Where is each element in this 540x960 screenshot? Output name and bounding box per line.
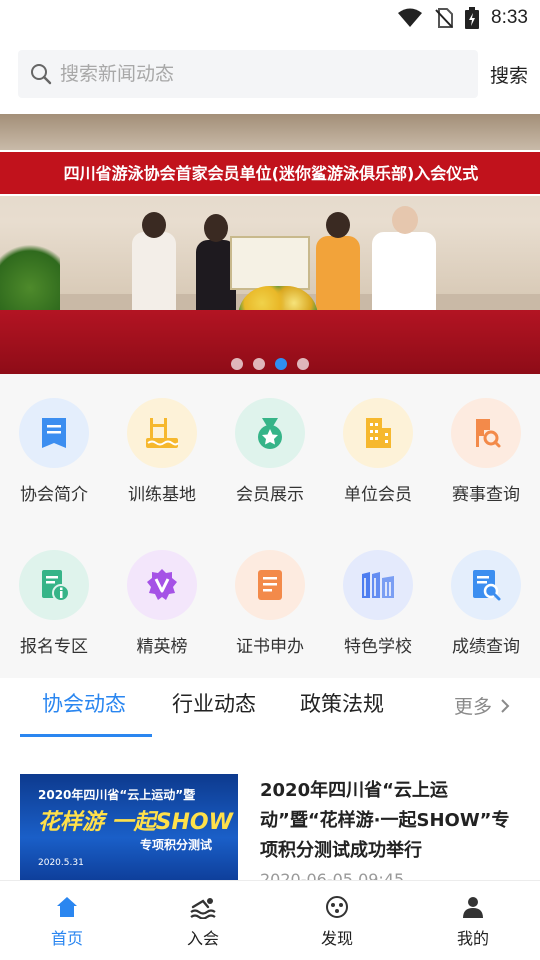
carousel-dot[interactable] (231, 358, 243, 370)
carousel-dot[interactable] (297, 358, 309, 370)
banner-person-head (392, 206, 418, 234)
chevron-right-icon (501, 698, 510, 713)
swim-icon (190, 898, 216, 919)
tab-industry-news[interactable]: 行业动态 (172, 688, 256, 718)
banner-person-head (204, 214, 228, 242)
nav-label: 入会 (186, 929, 219, 948)
grid-item-score-search[interactable]: 成绩查询 (432, 550, 540, 657)
nav-profile[interactable]: 我的 (428, 895, 518, 949)
banner-person (132, 232, 176, 312)
grid-item-featured-schools[interactable]: 特色学校 (324, 550, 432, 657)
tab-active-indicator (20, 734, 152, 737)
search-icon (31, 64, 52, 85)
grid-item-unit-member[interactable]: 单位会员 (324, 398, 432, 505)
banner-person (372, 232, 436, 312)
search-box[interactable] (18, 50, 478, 98)
banner-person-head (142, 212, 166, 238)
grid-item-training-base[interactable]: 训练基地 (108, 398, 216, 505)
elite-icon (147, 569, 177, 600)
grid-label: 成绩查询 (452, 637, 520, 657)
grid-label: 单位会员 (344, 485, 412, 505)
banner-ceiling (0, 114, 540, 154)
nav-label: 我的 (456, 929, 489, 948)
school-icon (362, 572, 394, 598)
nav-discover[interactable]: 发现 (292, 895, 382, 949)
grid-icon-bg (343, 550, 413, 620)
grid-label: 精英榜 (136, 637, 188, 657)
nav-join[interactable]: 入会 (158, 895, 248, 949)
grid-icon-bg (127, 550, 197, 620)
banner-person (316, 236, 360, 314)
grid-label: 训练基地 (128, 485, 196, 505)
thumb-line-1: 2020年四川省“云上运动”暨 (38, 788, 196, 802)
grid-label: 赛事查询 (452, 485, 520, 505)
nav-home[interactable]: 首页 (22, 895, 112, 949)
grid-item-elite-board[interactable]: 精英榜 (108, 550, 216, 657)
grid-label: 协会简介 (20, 485, 88, 505)
building-icon (366, 418, 391, 448)
thumb-line-3: 专项积分测试 (140, 838, 213, 852)
nav-label: 首页 (50, 929, 83, 948)
grid-icon-bg (451, 398, 521, 468)
grid-label: 特色学校 (344, 637, 412, 657)
more-button[interactable]: 更多 (454, 692, 510, 719)
grid-item-association-intro[interactable]: 协会简介 (0, 398, 108, 505)
search-button[interactable]: 搜索 (490, 61, 528, 88)
no-sim-icon (435, 8, 454, 28)
home-icon (57, 897, 77, 917)
news-item[interactable]: 2020年四川省“云上运动”暨 花样游 一起SHOW 专项积分测试 2020.5… (20, 774, 520, 889)
grid-item-certificate-apply[interactable]: 证书申办 (216, 550, 324, 657)
search-bar: 搜索 (18, 50, 532, 98)
thumb-line-4: 2020.5.31 (38, 858, 84, 868)
carousel-indicator (0, 358, 540, 370)
banner-certificate (230, 236, 310, 290)
bottom-navigation: 首页 入会 发现 我的 (0, 880, 540, 960)
carousel-dot[interactable] (253, 358, 265, 370)
battery-icon (465, 7, 480, 29)
banner-headline: 四川省游泳协会首家会员单位(迷你鲨游泳俱乐部)入会仪式 (63, 164, 479, 183)
grid-item-event-search[interactable]: 赛事查询 (432, 398, 540, 505)
tab-policy-regulations[interactable]: 政策法规 (300, 688, 384, 718)
grid-icon-bg (343, 398, 413, 468)
grid-label: 报名专区 (20, 637, 88, 657)
banner-carousel[interactable]: 四川省游泳协会首家会员单位(迷你鲨游泳俱乐部)入会仪式 (0, 114, 540, 374)
discover-icon (326, 896, 348, 918)
medal-icon (258, 418, 282, 449)
event-search-icon (476, 419, 501, 448)
grid-icon-bg (19, 550, 89, 620)
certificate-icon (258, 570, 282, 600)
search-input[interactable] (60, 63, 440, 85)
grid-icon-bg (451, 550, 521, 620)
banner-person-head (326, 212, 350, 238)
clock: 8:33 (491, 7, 528, 28)
news-tabs: 协会动态 行业动态 政策法规 更多 (0, 678, 540, 746)
nav-label: 发现 (320, 929, 353, 948)
grid-label: 会员展示 (236, 485, 304, 505)
thumb-line-2: 花样游 一起SHOW (38, 810, 233, 835)
grid-icon-bg (19, 398, 89, 468)
news-title: 2020年四川省“云上运动”暨“花样游·一起SHOW”专项积分测试成功举行 (260, 780, 510, 861)
grid-icon-bg (235, 398, 305, 468)
profile-icon (463, 897, 483, 918)
grid-item-member-showcase[interactable]: 会员展示 (216, 398, 324, 505)
grid-label: 证书申办 (236, 637, 304, 657)
status-bar: 8:33 (0, 0, 540, 36)
grid-icon-bg (127, 398, 197, 468)
book-icon (42, 418, 66, 448)
signup-icon (42, 570, 70, 602)
grid-icon-bg (235, 550, 305, 620)
feature-grid: 协会简介 训练基地 会员展示 单位会员 赛事查询 报名专区 精英榜 证书申办 特… (0, 374, 540, 678)
news-thumbnail: 2020年四川省“云上运动”暨 花样游 一起SHOW 专项积分测试 2020.5… (20, 774, 238, 880)
carousel-dot-active[interactable] (275, 358, 287, 370)
grid-item-signup-zone[interactable]: 报名专区 (0, 550, 108, 657)
pool-icon (146, 418, 179, 448)
wifi-icon (398, 8, 423, 27)
score-search-icon (473, 570, 501, 601)
tab-association-news[interactable]: 协会动态 (42, 688, 126, 718)
more-label: 更多 (454, 696, 493, 718)
